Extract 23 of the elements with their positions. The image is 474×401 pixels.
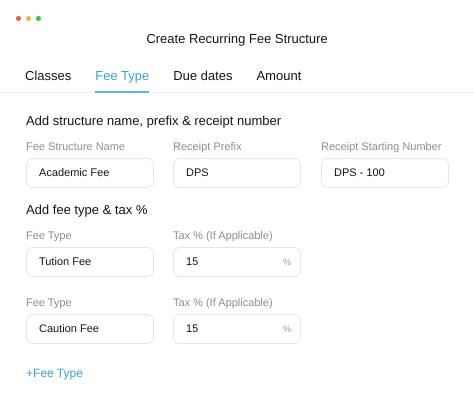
section-heading: Add structure name, prefix & receipt number bbox=[26, 113, 282, 128]
field-label: Fee Type bbox=[26, 297, 73, 309]
fee-type-field[interactable]: Caution Fee bbox=[26, 314, 154, 344]
window-title: Create Recurring Fee Structure bbox=[145, 31, 329, 46]
field-label: Fee Structure Name bbox=[26, 141, 126, 153]
percent-unit: % bbox=[282, 257, 291, 267]
tab[interactable]: Amount bbox=[256, 68, 302, 93]
text-field[interactable]: DPS bbox=[173, 158, 301, 188]
tab[interactable]: Due dates bbox=[173, 68, 232, 93]
field-label: Tax % (If Applicable) bbox=[173, 230, 274, 242]
window-control-dot[interactable] bbox=[36, 16, 41, 21]
window-control-dot[interactable] bbox=[26, 16, 31, 21]
text-field[interactable]: DPS - 100 bbox=[321, 158, 449, 188]
window-control-dot[interactable] bbox=[16, 16, 21, 21]
field-label: Receipt Prefix bbox=[173, 141, 242, 153]
field-label: Tax % (If Applicable) bbox=[173, 297, 274, 309]
text-field[interactable]: Academic Fee bbox=[26, 158, 154, 188]
fee-type-field[interactable]: Tution Fee bbox=[26, 247, 154, 277]
section-heading: Add fee type & tax % bbox=[26, 202, 148, 217]
tab[interactable]: Classes bbox=[25, 68, 72, 93]
field-label: Fee Type bbox=[26, 230, 73, 242]
percent-unit: % bbox=[282, 324, 291, 334]
field-label: Receipt Starting Number bbox=[321, 141, 442, 153]
